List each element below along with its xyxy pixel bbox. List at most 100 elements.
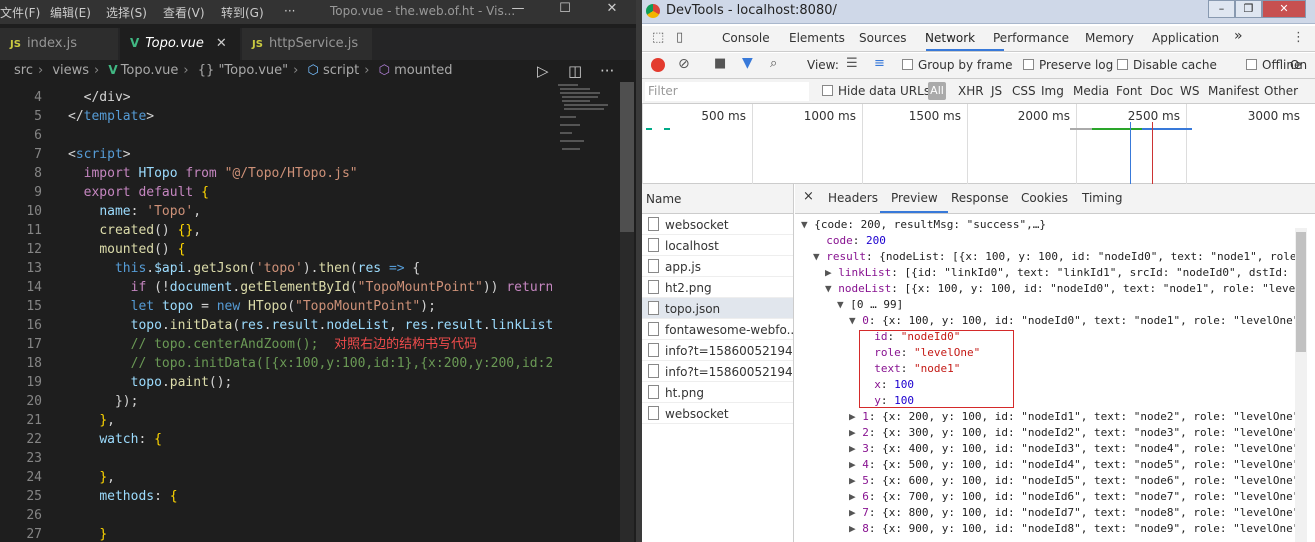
name-column-header[interactable]: Name bbox=[642, 184, 793, 214]
request-row[interactable]: fontawesome-webfo... bbox=[642, 319, 793, 340]
json-tree-row[interactable]: ▶ 7: {x: 800, y: 100, id: "nodeId7", tex… bbox=[849, 505, 1295, 521]
breadcrumb-item[interactable]: src bbox=[14, 63, 33, 78]
inspect-icon[interactable]: ⬚ bbox=[652, 30, 664, 45]
menu-selection[interactable]: 选择(S) bbox=[106, 4, 147, 21]
request-row[interactable]: websocket bbox=[642, 214, 793, 235]
tab-console[interactable]: Console bbox=[722, 31, 770, 45]
json-tree-row[interactable]: ▼ nodeList: [{x: 100, y: 100, id: "nodeI… bbox=[825, 281, 1295, 297]
filter-js[interactable]: JS bbox=[991, 84, 1002, 98]
json-tree-row[interactable]: ▼ {code: 200, resultMsg: "success",…} bbox=[801, 217, 1046, 233]
json-tree-row[interactable]: ▶ 8: {x: 900, y: 100, id: "nodeId8", tex… bbox=[849, 521, 1295, 537]
json-tree-row[interactable]: ▼ [0 … 99] bbox=[837, 297, 903, 313]
tab-cookies[interactable]: Cookies bbox=[1021, 191, 1068, 205]
menu-file[interactable]: 文件(F) bbox=[0, 4, 40, 21]
breadcrumb-item[interactable]: Topo.vue bbox=[121, 63, 179, 78]
collapsed-arrow-icon[interactable]: ▶ bbox=[825, 266, 838, 279]
filter-input[interactable]: Filter bbox=[645, 82, 809, 101]
code-editor[interactable]: 4 </div> 5 </template> 6 7 <script> 8 import H… bbox=[0, 82, 552, 542]
network-timeline[interactable]: 500 ms 1000 ms 1500 ms 2000 ms 2500 ms 3… bbox=[642, 104, 1315, 184]
close-panel-icon[interactable]: × bbox=[803, 189, 814, 204]
close-icon[interactable]: ✕ bbox=[604, 1, 620, 21]
tab-response[interactable]: Response bbox=[951, 191, 1009, 205]
minimize-icon[interactable]: — bbox=[510, 1, 526, 21]
json-tree-row[interactable]: ▶ 6: {x: 700, y: 100, id: "nodeId6", tex… bbox=[849, 489, 1295, 505]
online-label[interactable]: On bbox=[1290, 58, 1307, 72]
filter-media[interactable]: Media bbox=[1073, 84, 1109, 98]
tab-httpservice-js[interactable]: JS httpService.js bbox=[242, 28, 372, 60]
collapsed-arrow-icon[interactable]: ▶ bbox=[849, 474, 862, 487]
filter-doc[interactable]: Doc bbox=[1150, 84, 1173, 98]
editor-scrollbar[interactable] bbox=[620, 82, 634, 542]
tab-preview[interactable]: Preview bbox=[891, 191, 938, 205]
collapsed-arrow-icon[interactable]: ▶ bbox=[849, 410, 862, 423]
request-row[interactable]: app.js bbox=[642, 256, 793, 277]
json-tree-row[interactable]: ▶ 2: {x: 300, y: 100, id: "nodeId2", tex… bbox=[849, 425, 1295, 441]
request-row[interactable]: ht2.png bbox=[642, 277, 793, 298]
menu-edit[interactable]: 编辑(E) bbox=[50, 4, 91, 21]
maximize-icon[interactable]: ☐ bbox=[557, 1, 573, 21]
breadcrumb-item[interactable]: script bbox=[323, 63, 359, 78]
json-tree-row[interactable]: ▶ linkList: [{id: "linkId0", text: "link… bbox=[825, 265, 1289, 281]
collapsed-arrow-icon[interactable]: ▶ bbox=[849, 506, 862, 519]
request-row[interactable]: info?t=1586005219421 bbox=[642, 340, 793, 361]
json-tree-row[interactable]: ▼ 0: {x: 100, y: 100, id: "nodeId0", tex… bbox=[849, 313, 1295, 329]
filter-other[interactable]: Other bbox=[1264, 84, 1298, 98]
search-icon[interactable]: ⌕ bbox=[770, 56, 777, 71]
request-row[interactable]: ht.png bbox=[642, 382, 793, 403]
clear-icon[interactable]: ⊘ bbox=[678, 56, 690, 72]
filter-icon[interactable]: ▼ bbox=[742, 55, 753, 71]
json-tree-row[interactable]: ▶ 1: {x: 200, y: 100, id: "nodeId1", tex… bbox=[849, 409, 1295, 425]
device-toolbar-icon[interactable]: ▯ bbox=[676, 30, 683, 45]
record-icon[interactable] bbox=[651, 58, 665, 72]
json-tree-row[interactable]: ▶ 3: {x: 400, y: 100, id: "nodeId3", tex… bbox=[849, 441, 1295, 457]
json-tree-row[interactable]: ▼ result: {nodeList: [{x: 100, y: 100, i… bbox=[813, 249, 1295, 265]
menu-go[interactable]: 转到(G) bbox=[221, 4, 264, 21]
tab-headers[interactable]: Headers bbox=[828, 191, 878, 205]
group-by-frame-checkbox[interactable]: Group by frame bbox=[902, 58, 1012, 72]
filter-img[interactable]: Img bbox=[1041, 84, 1064, 98]
tab-index-js[interactable]: JS index.js bbox=[0, 28, 118, 60]
disable-cache-checkbox[interactable]: Disable cache bbox=[1117, 58, 1217, 72]
collapsed-arrow-icon[interactable]: ▶ bbox=[849, 442, 862, 455]
scrollbar-thumb[interactable] bbox=[1296, 232, 1306, 352]
tab-elements[interactable]: Elements bbox=[789, 31, 845, 45]
close-button[interactable]: ✕ bbox=[1262, 0, 1306, 18]
expanded-arrow-icon[interactable]: ▼ bbox=[813, 250, 826, 263]
expanded-arrow-icon[interactable]: ▼ bbox=[825, 282, 838, 295]
breadcrumb-item[interactable]: "Topo.vue" bbox=[218, 63, 288, 78]
tab-topo-vue[interactable]: V Topo.vue ✕ bbox=[120, 28, 240, 60]
minimap[interactable] bbox=[552, 82, 620, 542]
filter-ws[interactable]: WS bbox=[1180, 84, 1199, 98]
more-options-icon[interactable]: ⋮ bbox=[1292, 30, 1305, 45]
json-tree-row[interactable]: ▶ 4: {x: 500, y: 100, id: "nodeId4", tex… bbox=[849, 457, 1295, 473]
breadcrumb-item[interactable]: mounted bbox=[394, 63, 452, 78]
more-tabs-icon[interactable]: » bbox=[1234, 28, 1243, 44]
tab-performance[interactable]: Performance bbox=[993, 31, 1069, 45]
json-tree-row[interactable]: ▶ 5: {x: 600, y: 100, id: "nodeId5", tex… bbox=[849, 473, 1295, 489]
collapsed-arrow-icon[interactable]: ▶ bbox=[849, 426, 862, 439]
maximize-button[interactable]: ❐ bbox=[1235, 0, 1262, 18]
collapsed-arrow-icon[interactable]: ▶ bbox=[849, 490, 862, 503]
preview-scrollbar[interactable] bbox=[1295, 228, 1307, 542]
filter-font[interactable]: Font bbox=[1116, 84, 1142, 98]
tab-timing[interactable]: Timing bbox=[1082, 191, 1123, 205]
menu-more[interactable]: ··· bbox=[284, 4, 295, 18]
expanded-arrow-icon[interactable]: ▼ bbox=[801, 218, 814, 231]
request-row[interactable]: websocket bbox=[642, 403, 793, 424]
tab-sources[interactable]: Sources bbox=[859, 31, 906, 45]
preserve-log-checkbox[interactable]: Preserve log bbox=[1023, 58, 1113, 72]
tab-application[interactable]: Application bbox=[1152, 31, 1219, 45]
waterfall-view-icon[interactable]: ≡ bbox=[874, 56, 885, 71]
request-row[interactable]: topo.json bbox=[642, 298, 793, 319]
collapsed-arrow-icon[interactable]: ▶ bbox=[849, 522, 862, 535]
request-row[interactable]: info?t=1586005219423 bbox=[642, 361, 793, 382]
expanded-arrow-icon[interactable]: ▼ bbox=[849, 314, 862, 327]
hide-data-urls-checkbox[interactable]: Hide data URLs bbox=[822, 84, 930, 98]
close-tab-icon[interactable]: ✕ bbox=[216, 36, 227, 51]
breadcrumb-item[interactable]: views bbox=[52, 63, 89, 78]
tab-memory[interactable]: Memory bbox=[1085, 31, 1134, 45]
request-row[interactable]: localhost bbox=[642, 235, 793, 256]
filter-all-button[interactable]: All bbox=[928, 82, 946, 100]
scrollbar-thumb[interactable] bbox=[620, 82, 634, 232]
expanded-arrow-icon[interactable]: ▼ bbox=[837, 298, 850, 311]
